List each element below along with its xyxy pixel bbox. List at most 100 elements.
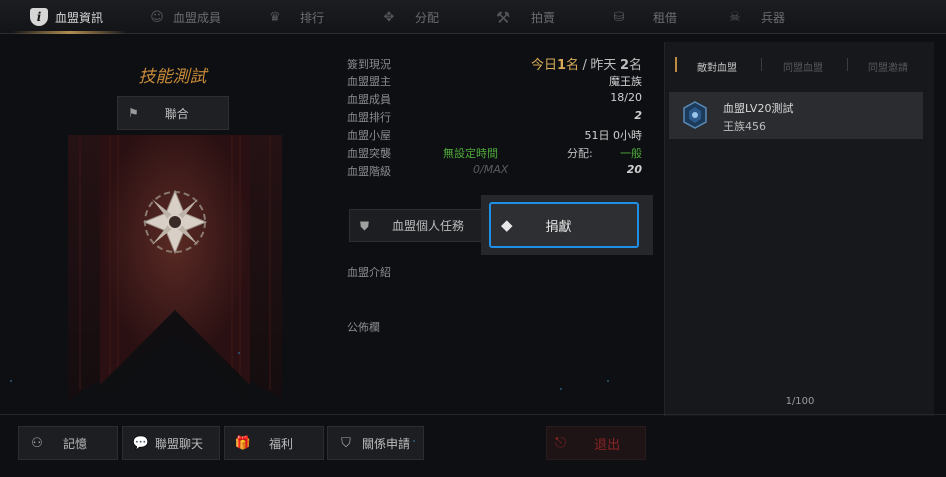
level-value: 20 — [626, 163, 642, 176]
bottom-divider — [0, 414, 946, 415]
tab-label: 排行 — [300, 10, 325, 25]
clan-emblem-panel: 技能測試 ⚑ 聯合 — [60, 40, 290, 405]
tab-clan-members[interactable]: ☺ 血盟成員 — [148, 0, 221, 34]
rent-coins-icon: ⛁ — [613, 9, 625, 25]
today-suffix: 名 — [566, 58, 580, 73]
gem-icon: ◆ — [501, 216, 513, 234]
record-label: 記憶 — [63, 436, 88, 451]
level-max: 0/MAX — [473, 163, 509, 176]
ambient-particle — [560, 388, 562, 390]
exit-label: 退出 — [594, 437, 621, 453]
donate-label: 捐獻 — [545, 219, 572, 235]
welfare-button[interactable]: 🎁 福利 — [224, 426, 324, 460]
relations-panel: 敵對血盟 同盟血盟 同盟邀請 血盟LV20測試 王族456 1/100 — [664, 42, 934, 416]
active-subtab-marker — [675, 57, 677, 72]
today-count: 1 — [556, 58, 567, 73]
clan-info-list: 簽到現況 今日1名 / 昨天 2名 血盟盟主 魔王族 血盟成員 18/20 血盟… — [347, 56, 642, 181]
exit-clan-button[interactable]: ⎋ 退出 — [546, 426, 646, 460]
enemy-clan-crest-icon — [683, 101, 707, 129]
clan-banner — [68, 135, 282, 403]
tab-label: 兵器 — [761, 10, 786, 25]
distribution-value: 一般 — [620, 147, 642, 160]
record-icon: ⚇ — [31, 435, 43, 451]
chat-bubble-icon: 💬 — [132, 435, 150, 451]
tab-label: 分配 — [415, 10, 440, 25]
clan-mission-button[interactable]: ⛊ 血盟個人任務 — [349, 209, 484, 242]
info-shield-icon: i — [30, 8, 48, 26]
relation-request-label: 關係申請 — [362, 436, 411, 451]
subtab-divider — [761, 58, 762, 71]
alliance-chat-label: 聯盟聊天 — [155, 436, 204, 451]
exit-icon: ⎋ — [555, 435, 567, 451]
enemy-clan-name: 血盟LV20測試 — [723, 102, 794, 115]
weapon-icon: ☠ — [729, 9, 741, 25]
record-button[interactable]: ⚇ 記憶 — [18, 426, 118, 460]
union-label: 聯合 — [164, 106, 189, 121]
subtab-divider — [847, 58, 848, 71]
ambient-particle — [10, 380, 12, 382]
leader-value: 魔王族 — [609, 75, 642, 88]
tab-distribution[interactable]: ✥ 分配 — [380, 0, 439, 34]
yesterday-suffix: 名 — [628, 58, 642, 73]
union-button[interactable]: ⚑ 聯合 — [117, 96, 229, 130]
yesterday-count: 2 — [619, 58, 629, 73]
raid-row: 血盟突襲 無設定時間 分配: 一般 — [347, 145, 642, 163]
subtab-allied-clans[interactable]: 同盟血盟 — [783, 59, 823, 74]
enemy-clan-leader: 王族456 — [723, 120, 766, 133]
today-prefix: 今日 — [530, 58, 557, 73]
enemy-clan-item[interactable]: 血盟LV20測試 王族456 — [669, 92, 923, 139]
subtab-alliance-invites[interactable]: 同盟邀請 — [868, 59, 908, 74]
tab-clan-info[interactable]: i 血盟資訊 — [30, 0, 103, 34]
members-icon: ☺ — [150, 9, 164, 25]
distribution-label: 分配: — [567, 147, 593, 160]
clan-intro-label: 血盟介紹 — [347, 266, 391, 279]
subtab-enemy-clans[interactable]: 敵對血盟 — [697, 59, 737, 74]
checkin-separator: / — [582, 58, 587, 73]
tab-label: 拍賣 — [531, 10, 556, 25]
distribute-icon: ✥ — [383, 9, 395, 25]
donate-button[interactable]: ◆ 捐獻 — [489, 202, 639, 248]
tab-label: 血盟成員 — [173, 10, 222, 25]
tab-rental[interactable]: ⛁ 租借 — [610, 0, 677, 34]
ambient-particle — [413, 440, 415, 442]
auction-hammer-icon: ⚒ — [495, 7, 511, 27]
ambient-particle — [607, 380, 609, 382]
relation-request-button[interactable]: ⛉ 關係申請 — [327, 426, 424, 460]
notice-board-label: 公佈欄 — [347, 321, 380, 334]
raid-value: 無設定時間 — [443, 147, 498, 160]
level-label: 血盟階級 — [347, 165, 391, 178]
tab-label: 租借 — [653, 10, 678, 25]
members-value: 18/20 — [610, 91, 642, 104]
members-label: 血盟成員 — [347, 93, 391, 106]
shield-check-icon: ⛉ — [341, 435, 351, 451]
yesterday-prefix: 昨天 — [590, 58, 617, 73]
leader-label: 血盟盟主 — [347, 75, 391, 88]
shield-icon: ⛊ — [360, 218, 370, 233]
rank-label: 血盟排行 — [347, 111, 391, 124]
active-tab-indicator — [12, 31, 127, 34]
level-row: 血盟階級 0/MAX 20 — [347, 163, 642, 181]
raid-label: 血盟突襲 — [347, 147, 391, 160]
checkin-row: 簽到現況 今日1名 / 昨天 2名 — [347, 56, 642, 73]
welfare-label: 福利 — [269, 436, 294, 451]
top-tab-bar: i 血盟資訊 ☺ 血盟成員 ♛ 排行 ✥ 分配 ⚒ 拍賣 ⛁ 租借 ☠ 兵器 — [0, 0, 946, 34]
house-row: 血盟小屋 51日 0小時 — [347, 127, 642, 145]
tab-ranking[interactable]: ♛ 排行 — [266, 0, 324, 34]
gift-icon: 🎁 — [234, 435, 252, 451]
tab-label: 血盟資訊 — [55, 10, 104, 25]
clan-crest-icon — [142, 189, 208, 255]
clan-skill-title: 技能測試 — [138, 67, 207, 87]
rank-row: 血盟排行 2 — [347, 109, 642, 127]
alliance-chat-button[interactable]: 💬 聯盟聊天 — [122, 426, 220, 460]
members-row: 血盟成員 18/20 — [347, 91, 642, 109]
tab-weapons[interactable]: ☠ 兵器 — [726, 0, 785, 34]
rank-value: 2 — [634, 109, 642, 122]
flag-icon: ⚑ — [128, 106, 139, 120]
tab-auction[interactable]: ⚒ 拍賣 — [494, 0, 555, 34]
page-count: 1/100 — [785, 396, 815, 407]
house-value: 51日 0小時 — [584, 129, 643, 142]
checkin-value: 今日1名 / 昨天 2名 — [531, 54, 642, 73]
house-label: 血盟小屋 — [347, 129, 391, 142]
ambient-particle — [238, 352, 240, 354]
mission-label: 血盟個人任務 — [392, 219, 465, 233]
